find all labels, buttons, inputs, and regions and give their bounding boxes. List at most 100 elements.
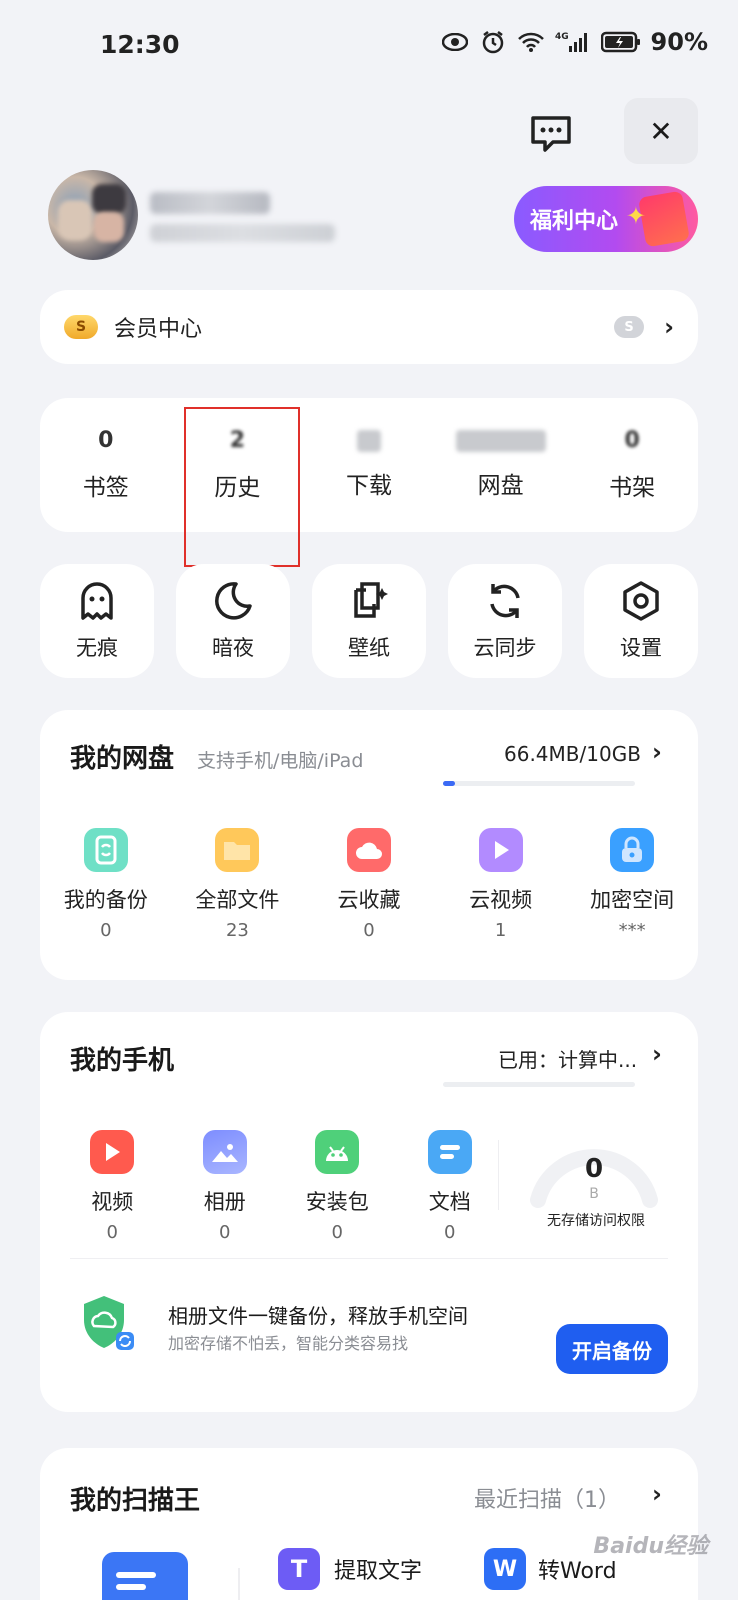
phone-item-video[interactable]: 视频 0 <box>56 1130 169 1243</box>
username-blurred[interactable] <box>150 192 270 214</box>
extract-text-action[interactable]: T 提取文字 <box>278 1548 422 1590</box>
backup-subtitle: 加密存储不怕丢，智能分类容易找 <box>168 1334 409 1353</box>
item-label: 安装包 <box>305 1190 369 1214</box>
cloud-favorite-icon <box>346 828 391 872</box>
stat-bookmarks[interactable]: 0 书签 <box>40 398 172 532</box>
disk-usage-bar <box>443 781 635 786</box>
divider <box>70 1258 668 1259</box>
tool-label: 设置 <box>620 636 662 660</box>
item-value: *** <box>618 920 646 941</box>
text-extract-icon: T <box>278 1548 320 1590</box>
tool-label: 暗夜 <box>212 636 254 660</box>
status-icons: 4G 90% <box>441 28 708 56</box>
item-value: 0 <box>100 920 112 941</box>
my-phone-card: 我的手机 已用：计算中... › 视频 0 相册 0 安装包 0 文档 0 0 … <box>40 1012 698 1412</box>
user-subtitle-blurred <box>150 224 335 242</box>
cloud-shield-icon <box>82 1294 134 1350</box>
item-value: 0 <box>331 1222 343 1243</box>
chevron-right-icon[interactable]: › <box>652 738 662 766</box>
member-center-row[interactable]: S 会员中心 S › <box>40 290 698 364</box>
stat-cloud-disk[interactable]: 网盘 <box>435 398 567 532</box>
item-label: 云收藏 <box>337 888 401 912</box>
album-icon <box>202 1130 247 1174</box>
item-value: 0 <box>106 1222 118 1243</box>
close-icon: ✕ <box>649 114 673 148</box>
item-label: 云视频 <box>469 888 533 912</box>
item-label: 文档 <box>428 1190 471 1214</box>
disk-item-cloud-video[interactable]: 云视频 1 <box>435 828 567 941</box>
stat-value: 0 <box>98 428 114 453</box>
tool-label: 无痕 <box>76 636 118 660</box>
backup-icon <box>83 828 128 872</box>
section-title: 我的手机 <box>70 1046 175 1076</box>
scanner-card: 我的扫描王 最近扫描（1） › T 提取文字 W 转Word <box>40 1448 698 1600</box>
recent-scans[interactable]: 最近扫描（1） <box>474 1482 620 1514</box>
stat-label: 书架 <box>609 475 656 501</box>
item-value: 0 <box>363 920 375 941</box>
phone-item-documents[interactable]: 文档 0 <box>394 1130 507 1243</box>
phone-usage-bar <box>443 1082 635 1087</box>
stats-row: 0 书签 2 历史 下载 网盘 0 书架 <box>40 398 698 532</box>
disk-item-cloud-favorites[interactable]: 云收藏 0 <box>303 828 435 941</box>
action-label: 提取文字 <box>334 1559 423 1584</box>
avatar[interactable] <box>48 170 138 260</box>
item-value: 1 <box>494 920 507 941</box>
stat-downloads[interactable]: 下载 <box>303 398 435 532</box>
wallpaper-icon <box>354 582 388 618</box>
history-highlight-box <box>184 407 300 567</box>
section-title: 我的扫描王 <box>70 1486 201 1516</box>
disk-item-encrypted-space[interactable]: 加密空间 *** <box>566 828 698 941</box>
welfare-center-button[interactable]: 福利中心 ✦ <box>514 186 698 252</box>
vertical-divider <box>498 1140 499 1210</box>
phone-item-apk[interactable]: 安装包 0 <box>281 1130 394 1243</box>
disk-grid: 我的备份 0 全部文件 23 云收藏 0 云视频 1 加密空间 *** <box>40 828 698 941</box>
stat-value-blurred <box>455 430 546 452</box>
disk-item-backup[interactable]: 我的备份 0 <box>40 828 172 941</box>
message-button[interactable] <box>525 108 577 160</box>
section-subtitle: 支持手机/电脑/iPad <box>197 750 364 772</box>
phone-used-label[interactable]: 已用：计算中... <box>498 1044 637 1073</box>
tool-dark-mode[interactable]: 暗夜 <box>176 564 290 678</box>
welfare-center-label: 福利中心 <box>530 209 619 234</box>
disk-item-all-files[interactable]: 全部文件 23 <box>172 828 304 941</box>
folder-icon <box>215 828 260 872</box>
chevron-right-icon[interactable]: › <box>652 1480 662 1508</box>
eye-icon <box>441 28 469 56</box>
chevron-right-icon[interactable]: › <box>652 1040 662 1068</box>
phone-grid: 视频 0 相册 0 安装包 0 文档 0 <box>56 1130 506 1243</box>
wifi-icon <box>517 28 545 56</box>
signal-4g-icon: 4G <box>555 28 591 56</box>
gauge-unit: B <box>589 1186 599 1202</box>
tool-label: 壁纸 <box>348 636 390 660</box>
item-label: 视频 <box>91 1190 134 1214</box>
stat-label: 书签 <box>82 475 129 501</box>
disk-usage-fill <box>443 781 455 786</box>
phone-item-album[interactable]: 相册 0 <box>169 1130 282 1243</box>
word-icon: W <box>484 1548 526 1590</box>
enable-backup-button[interactable]: 开启备份 <box>556 1324 668 1374</box>
section-title: 我的网盘 <box>70 744 175 774</box>
item-value: 0 <box>219 1222 231 1243</box>
cloud-badge-icon: S <box>614 316 645 338</box>
tool-wallpaper[interactable]: 壁纸 <box>312 564 426 678</box>
vertical-divider <box>238 1568 240 1600</box>
sparkle-icon: ✦ <box>625 202 646 230</box>
gauge-value: 0 <box>584 1154 604 1184</box>
backup-title: 相册文件一键备份，释放手机空间 <box>168 1304 468 1328</box>
quick-tools: 无痕 暗夜 壁纸 云同步 设置 <box>40 564 698 678</box>
storage-permission-note[interactable]: 无存储访问权限 <box>496 1210 696 1230</box>
message-icon <box>531 116 571 152</box>
stat-bookshelf[interactable]: 0 书架 <box>566 398 698 532</box>
moon-icon <box>215 582 252 620</box>
tool-cloud-sync[interactable]: 云同步 <box>448 564 562 678</box>
tool-settings[interactable]: 设置 <box>584 564 698 678</box>
close-button[interactable]: ✕ <box>624 98 698 164</box>
cloud-disk-card: 我的网盘 支持手机/电脑/iPad 66.4MB/10GB › 我的备份 0 全… <box>40 710 698 980</box>
tool-incognito[interactable]: 无痕 <box>40 564 154 678</box>
item-label: 相册 <box>203 1190 246 1214</box>
battery-percent: 90% <box>650 28 708 56</box>
disk-usage[interactable]: 66.4MB/10GB <box>504 742 641 766</box>
stat-label: 网盘 <box>477 473 524 499</box>
scan-document-icon[interactable] <box>102 1552 188 1600</box>
svg-text:4G: 4G <box>555 32 569 42</box>
